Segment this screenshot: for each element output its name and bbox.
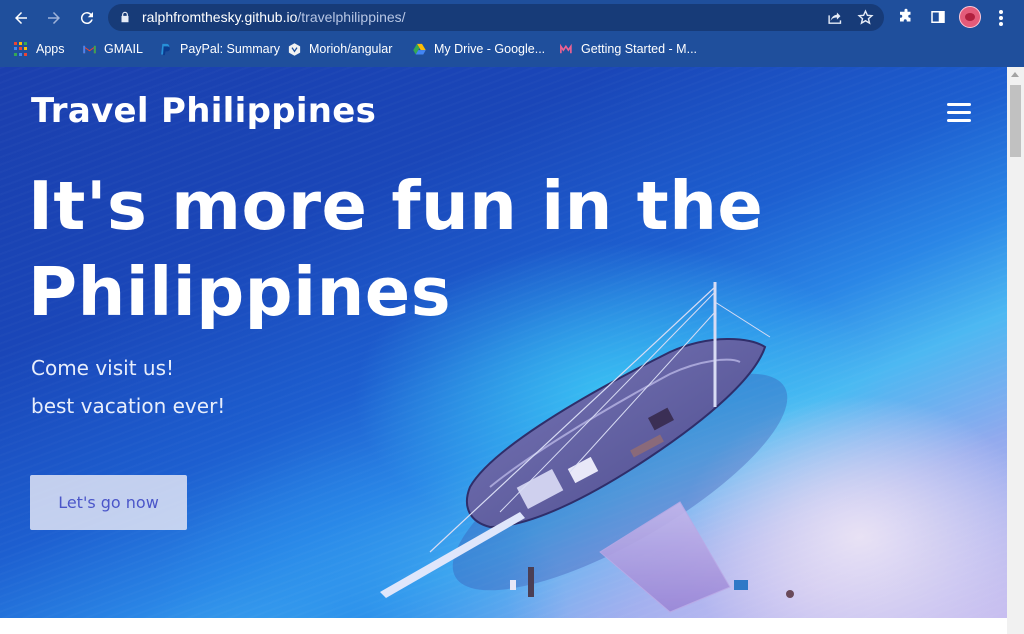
back-button[interactable] — [9, 6, 33, 30]
url-path: /travelphilippines/ — [297, 9, 406, 25]
side-panel-icon[interactable] — [929, 8, 947, 26]
bookmark-getting-started[interactable]: Getting Started - M... — [559, 40, 697, 58]
web-page: Travel Philippines It's more fun in the … — [0, 67, 1007, 634]
browser-toolbar: ralphfromthesky.github.io/travelphilippi… — [0, 0, 1024, 35]
bookmark-google-drive[interactable]: My Drive - Google... — [412, 40, 545, 58]
bookmark-apps[interactable]: Apps — [14, 40, 65, 58]
url-text: ralphfromthesky.github.io/travelphilippi… — [142, 10, 406, 25]
star-bookmark-icon[interactable] — [857, 9, 874, 26]
hero-subtitle-1: Come visit us! — [31, 356, 175, 380]
hero-subtitle-2: best vacation ever! — [31, 394, 226, 418]
arrow-left-icon — [15, 12, 27, 24]
hero-headline-line2: Philippines — [28, 253, 452, 331]
google-drive-icon — [413, 43, 426, 54]
scroll-up-arrow-icon[interactable] — [1011, 72, 1019, 77]
arrow-right-icon — [48, 12, 60, 24]
bookmark-label: Apps — [36, 42, 65, 56]
paypal-icon — [161, 43, 170, 55]
reload-icon — [80, 12, 93, 25]
browser-chrome: ralphfromthesky.github.io/travelphilippi… — [0, 0, 1024, 67]
scrollbar-thumb[interactable] — [1010, 85, 1021, 157]
apps-grid-icon — [14, 41, 29, 57]
hamburger-menu-icon[interactable] — [947, 103, 971, 123]
bookmark-label: My Drive - Google... — [434, 42, 546, 56]
hero-headline: It's more fun in the Philippines — [28, 163, 848, 335]
forward-button[interactable] — [42, 6, 66, 30]
gmail-icon — [83, 45, 96, 53]
extensions-puzzle-icon[interactable] — [897, 8, 915, 26]
bookmark-morioh[interactable]: Morioh/angular — [287, 40, 392, 58]
bookmark-label: Getting Started - M... — [581, 42, 698, 56]
lets-go-now-button[interactable]: Let's go now — [30, 475, 187, 530]
site-brand[interactable]: Travel Philippines — [31, 91, 376, 131]
hero-headline-line1: It's more fun in the — [28, 167, 764, 245]
morioh-icon — [288, 42, 301, 56]
profile-avatar[interactable] — [959, 6, 981, 28]
bookmark-label: Morioh/angular — [309, 42, 393, 56]
bookmark-paypal[interactable]: PayPal: Summary — [158, 40, 280, 58]
lock-icon — [121, 11, 129, 23]
hero-section: Travel Philippines It's more fun in the … — [0, 67, 1007, 618]
url-host: ralphfromthesky.github.io — [142, 9, 298, 25]
bookmark-gmail[interactable]: GMAIL — [82, 40, 143, 58]
browser-menu-icon[interactable] — [999, 10, 1003, 26]
mean-icon — [560, 43, 572, 53]
reload-button[interactable] — [75, 6, 99, 30]
share-icon[interactable] — [827, 9, 844, 26]
bookmark-label: PayPal: Summary — [180, 42, 281, 56]
bookmark-label: GMAIL — [104, 42, 143, 56]
address-bar[interactable]: ralphfromthesky.github.io/travelphilippi… — [108, 4, 884, 31]
bookmarks-bar: Apps GMAIL PayPal: Summary Morioh/angula… — [0, 36, 1024, 62]
page-scrollbar[interactable] — [1007, 67, 1024, 634]
